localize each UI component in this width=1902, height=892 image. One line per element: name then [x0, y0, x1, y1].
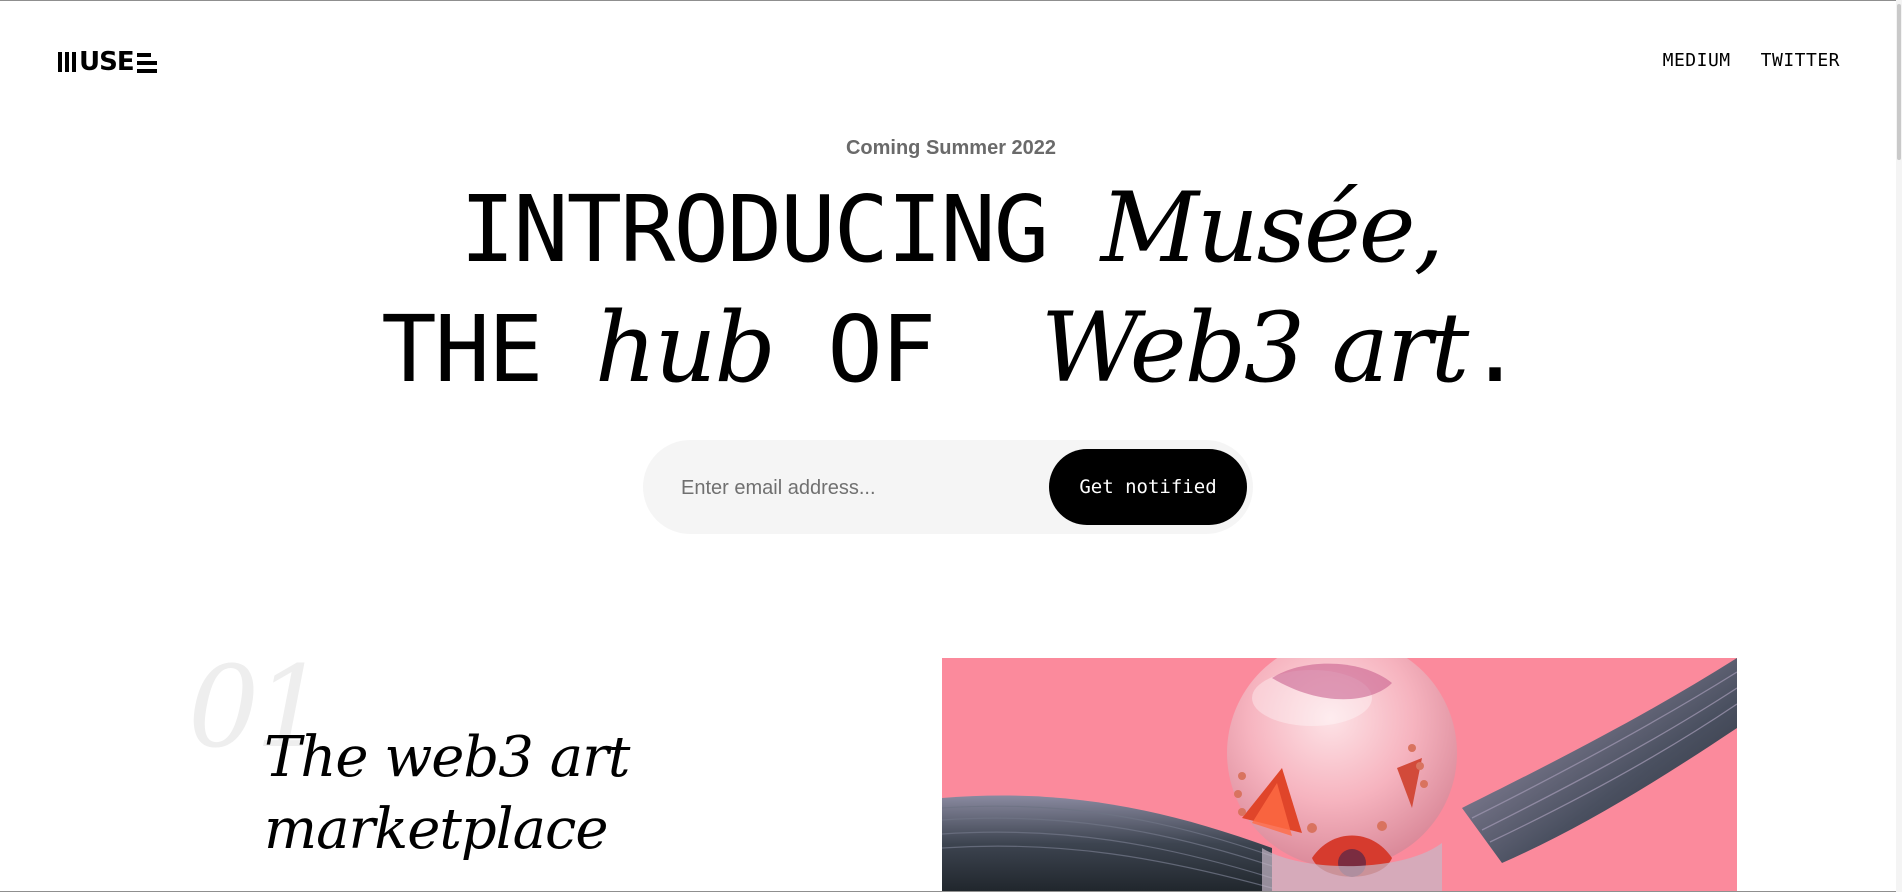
logo-wordmark: USE	[79, 47, 135, 77]
section-title-line-1: The web3 art	[264, 725, 630, 790]
tagline: Coming Summer 2022	[845, 137, 1057, 159]
headline-line-1: INTRODUCING Musée,	[0, 180, 1902, 276]
headline-introducing: INTRODUCING	[459, 176, 1101, 283]
email-input[interactable]	[679, 465, 1033, 511]
window-top-border	[0, 0, 1902, 1]
headline-hub: hub	[594, 292, 776, 404]
headline-musee: Musée	[1100, 172, 1416, 284]
section-title-line-2: marketplace	[264, 797, 608, 862]
headline-of: OF	[773, 296, 1041, 403]
logo-lines-icon	[136, 52, 157, 73]
top-nav: MEDIUM TWITTER	[1663, 50, 1840, 71]
hero-artwork-image	[942, 658, 1737, 892]
logo[interactable]: USE	[58, 46, 157, 78]
headline-period: .	[1467, 296, 1522, 403]
headline-the: THE	[381, 296, 595, 403]
get-notified-button[interactable]: Get notified	[1049, 449, 1247, 525]
nav-link-twitter[interactable]: TWITTER	[1761, 50, 1840, 71]
headline-line-2: THE hub OF Web3 art.	[0, 300, 1902, 396]
nav-link-medium[interactable]: MEDIUM	[1663, 50, 1731, 71]
section-title: The web3 art marketplace	[264, 722, 744, 866]
headline-comma: ,	[1413, 172, 1444, 284]
headline-web3-art: Web3 art	[1040, 292, 1469, 404]
signup-form: Get notified	[643, 440, 1253, 534]
scrollbar[interactable]	[1896, 0, 1902, 892]
scrollbar-thumb[interactable]	[1897, 4, 1901, 160]
logo-bars-icon	[58, 52, 76, 72]
